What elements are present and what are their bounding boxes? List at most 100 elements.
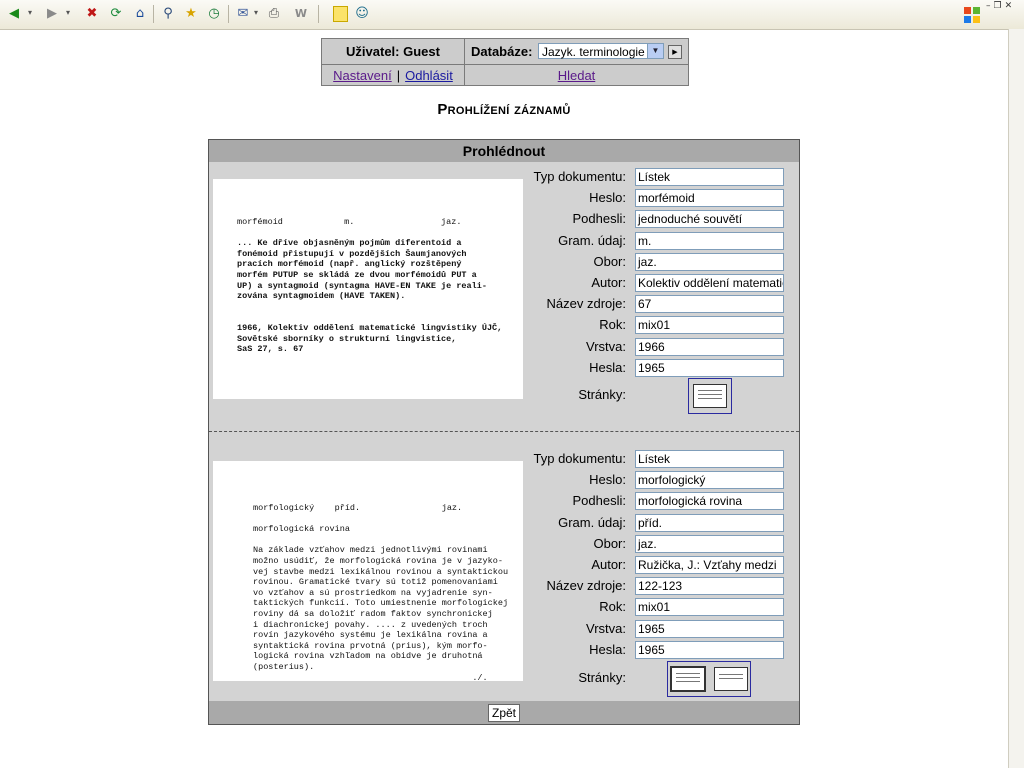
field-value-input[interactable]: jednoduché souvětí — [635, 210, 784, 229]
field-value-input[interactable]: jaz. — [635, 252, 784, 271]
database-go-button[interactable]: ▶ — [668, 45, 682, 59]
field-label: Vrstva: — [586, 620, 626, 636]
chevron-down-icon[interactable]: ▼ — [647, 44, 663, 58]
scan-text-line: rovinou. Gramatické tvary sú totiž pomen… — [253, 577, 498, 588]
field-value-input[interactable]: 122-123 — [635, 577, 784, 596]
scan-text-line: možno usúdiť, že morfologická rovina je … — [253, 556, 503, 566]
field-row: Podhesli: jednoduché souvětí — [529, 209, 789, 229]
field-value-input[interactable]: morfologická rovina — [635, 492, 784, 511]
field-row: Název zdroje: 67 — [529, 294, 789, 314]
field-label: Název zdroje: — [546, 578, 626, 594]
field-value-input[interactable]: mix01 — [635, 598, 784, 617]
field-label: Podhesli: — [572, 493, 626, 509]
field-value-input[interactable]: Lístek — [635, 168, 784, 186]
field-value-input[interactable]: 1966 — [635, 337, 784, 356]
home-icon[interactable]: ⌂ — [130, 4, 150, 24]
field-value-input[interactable]: příd. — [635, 513, 784, 532]
scan-text-line: pracích morfémoid (např. anglický rozště… — [237, 259, 462, 270]
field-label: Rok: — [599, 317, 626, 333]
scan-text-line: 1966, Kolektiv oddělení matematické ling… — [237, 323, 503, 333]
forward-icon[interactable]: ▶ — [42, 4, 62, 24]
panel-heading: Prohlédnout — [209, 140, 799, 162]
field-label: Gram. údaj: — [558, 232, 626, 248]
page-thumbnail[interactable] — [714, 667, 748, 691]
record-divider — [209, 431, 799, 432]
field-value-input[interactable]: m. — [635, 231, 784, 250]
field-value-input[interactable]: Kolektiv oddělení matematic — [635, 274, 784, 292]
field-row: Název zdroje: 122-123 — [529, 576, 789, 596]
field-label: Autor: — [591, 275, 626, 290]
field-value-input[interactable]: Lístek — [635, 450, 784, 468]
stop-icon[interactable]: ✖ — [82, 4, 102, 24]
windows-logo-icon — [958, 0, 986, 29]
refresh-icon[interactable]: ⟳ — [106, 4, 126, 24]
field-value-input[interactable]: 67 — [635, 295, 784, 314]
field-label: Heslo: — [589, 472, 626, 488]
field-row: Typ dokumentu: Lístek — [529, 449, 789, 469]
scan-text-line: roviny dá sa doložiť radom faktov synchr… — [253, 609, 493, 619]
field-value-input[interactable]: mix01 — [635, 316, 784, 335]
field-value-input[interactable]: jaz. — [635, 534, 784, 553]
account-links: Nastavení | Odhlásit — [322, 65, 465, 85]
field-value-input[interactable]: 1965 — [635, 619, 784, 638]
logout-link[interactable]: Odhlásit — [405, 68, 453, 83]
favorites-icon[interactable]: ★ — [181, 4, 201, 24]
page-thumbnails — [688, 378, 732, 414]
back-icon[interactable]: ◀ — [4, 4, 24, 24]
mail-icon[interactable]: ✉ — [233, 4, 253, 24]
history-icon[interactable]: ◷ — [204, 4, 224, 24]
database-label: Databáze: — [471, 44, 533, 59]
messenger-icon[interactable]: ☺ — [352, 4, 372, 24]
database-selected-value: Jazyk. terminologie — [542, 45, 645, 59]
restore-icon[interactable]: ❐ — [994, 1, 1002, 15]
settings-link[interactable]: Nastavení — [333, 68, 392, 83]
print-icon[interactable]: ⎙ — [264, 4, 284, 24]
field-label: Název zdroje: — [546, 296, 626, 312]
record-scan-image: morfologický příd. jaz. morfologická rovi… — [213, 461, 523, 681]
scan-text-line: ./. — [253, 672, 488, 681]
database-select[interactable]: Jazyk. terminologie ▼ — [538, 43, 664, 59]
field-value-input[interactable]: Ružička, J.: Vzťahy medzi — [635, 556, 784, 574]
page-thumbnail[interactable] — [670, 666, 706, 692]
field-row: Gram. údaj: příd. — [529, 513, 789, 533]
field-row: Hesla: 1965 — [529, 640, 789, 660]
notes-icon[interactable] — [330, 4, 350, 24]
back-dropdown-icon[interactable]: ▾ — [28, 8, 32, 17]
scan-text-line: Sovětské sborníky o strukturní lingvisti… — [237, 333, 457, 344]
field-row: Hesla: 1965 — [529, 358, 789, 378]
page-thumbnail[interactable] — [693, 384, 727, 408]
forward-dropdown-icon[interactable]: ▾ — [66, 8, 70, 17]
scan-text-line: i diachronickej povahy. .... z uvedených… — [253, 619, 488, 630]
scan-text-line: zována syntagmoidem (HAVE TAKEN). — [237, 291, 406, 302]
scan-text-line: morfémoid m. jaz. — [237, 217, 462, 227]
minimize-icon[interactable]: – — [986, 1, 991, 15]
search-link[interactable]: Hledat — [558, 68, 596, 83]
scan-text-line: fonémoid přistupují v pozdějších Šaumjan… — [237, 248, 467, 259]
field-row: Rok: mix01 — [529, 597, 789, 617]
link-separator: | — [396, 67, 401, 83]
field-row: Gram. údaj: m. — [529, 231, 789, 251]
field-label: Hesla: — [589, 641, 626, 657]
field-value-input[interactable]: 1965 — [635, 640, 784, 659]
scan-text-line: vo vzťahov a sú prostriedkom na vyjadren… — [253, 587, 493, 598]
field-value-input[interactable]: morfologický — [635, 471, 784, 490]
back-button[interactable]: Zpět — [488, 704, 520, 722]
field-label: Rok: — [599, 599, 626, 615]
field-row: Heslo: morfémoid — [529, 188, 789, 208]
search-icon[interactable]: ⚲ — [158, 4, 178, 24]
field-label: Hesla: — [589, 359, 626, 375]
field-label: Vrstva: — [586, 338, 626, 354]
field-row: Vrstva: 1966 — [529, 337, 789, 357]
edit-icon[interactable]: W — [291, 4, 311, 24]
scan-text-line: logická rovina vzhľadom na obidve je dru… — [253, 651, 483, 662]
scan-text-line: rovín jazykového systému je lexikálna ro… — [253, 630, 488, 641]
scan-text-line: morfologická rovina — [253, 524, 350, 535]
close-icon[interactable]: ✕ — [1005, 1, 1013, 15]
field-value-input[interactable]: 1965 — [635, 358, 784, 377]
page-title: Prohlížení záznamů — [437, 101, 571, 118]
scan-text-line: SaS 27, s. 67 — [237, 344, 304, 355]
field-value-input[interactable]: morfémoid — [635, 189, 784, 208]
pages-label: Stránky: — [578, 670, 626, 685]
mail-dropdown-icon[interactable]: ▾ — [254, 8, 258, 17]
vertical-scrollbar[interactable] — [1008, 29, 1024, 768]
